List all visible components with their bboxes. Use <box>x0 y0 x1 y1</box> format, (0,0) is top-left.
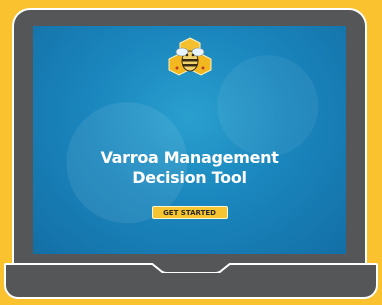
laptop-screen: Varroa Management Decision Tool GET STAR… <box>33 26 346 254</box>
app-title-line1: Varroa Management <box>100 148 279 167</box>
app-title-line2: Decision Tool <box>132 168 247 187</box>
get-started-button[interactable]: GET STARTED <box>151 206 228 219</box>
laptop-illustration: Varroa Management Decision Tool GET STAR… <box>0 0 382 305</box>
laptop-base <box>4 263 378 299</box>
laptop-notch <box>151 263 231 273</box>
app-title: Varroa Management Decision Tool <box>33 148 346 188</box>
bee-logo-icon <box>168 37 211 76</box>
